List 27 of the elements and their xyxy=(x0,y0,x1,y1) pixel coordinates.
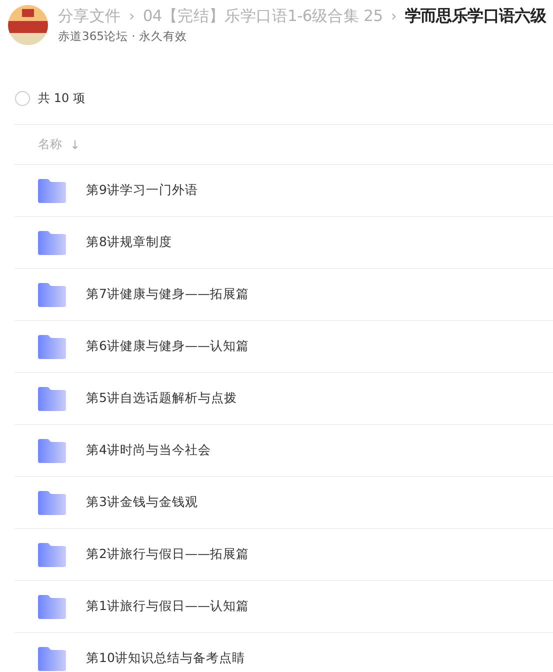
folder-icon xyxy=(38,178,66,202)
folder-name[interactable]: 第4讲时尚与当今社会 xyxy=(86,442,211,459)
folder-icon xyxy=(38,334,66,358)
folder-name[interactable]: 第8讲规章制度 xyxy=(86,234,172,251)
folder-name[interactable]: 第2讲旅行与假日——拓展篇 xyxy=(86,546,249,563)
avatar-logo-icon xyxy=(8,5,48,45)
folder-name[interactable]: 第7讲健康与健身——拓展篇 xyxy=(86,286,249,303)
folder-icon xyxy=(38,282,66,306)
folder-name[interactable]: 第1讲旅行与假日——认知篇 xyxy=(86,598,249,615)
breadcrumb-link[interactable]: 学而思乐学口语六级 xyxy=(404,6,546,26)
folder-name[interactable]: 第9讲学习一门外语 xyxy=(86,182,198,199)
breadcrumb-separator: › xyxy=(390,7,397,25)
folder-icon xyxy=(38,438,66,462)
folder-name[interactable]: 第5讲自选话题解析与点拨 xyxy=(86,390,237,407)
folder-icon xyxy=(38,646,66,670)
folder-icon xyxy=(38,594,66,618)
folder-name[interactable]: 第3讲金钱与金钱观 xyxy=(86,494,198,511)
folder-icon xyxy=(38,230,66,254)
folder-name[interactable]: 第10讲知识总结与备考点睛 xyxy=(86,650,245,667)
folder-name[interactable]: 第6讲健康与健身——认知篇 xyxy=(86,338,249,355)
select-all-checkbox[interactable] xyxy=(15,90,30,106)
folder-icon xyxy=(38,490,66,514)
folder-icon xyxy=(38,386,66,410)
share-info-text: 赤道365论坛 · 永久有效 xyxy=(58,29,188,44)
breadcrumb-separator: › xyxy=(128,7,135,25)
item-count: 共 10 项 xyxy=(38,90,85,106)
folder-icon xyxy=(38,542,66,566)
